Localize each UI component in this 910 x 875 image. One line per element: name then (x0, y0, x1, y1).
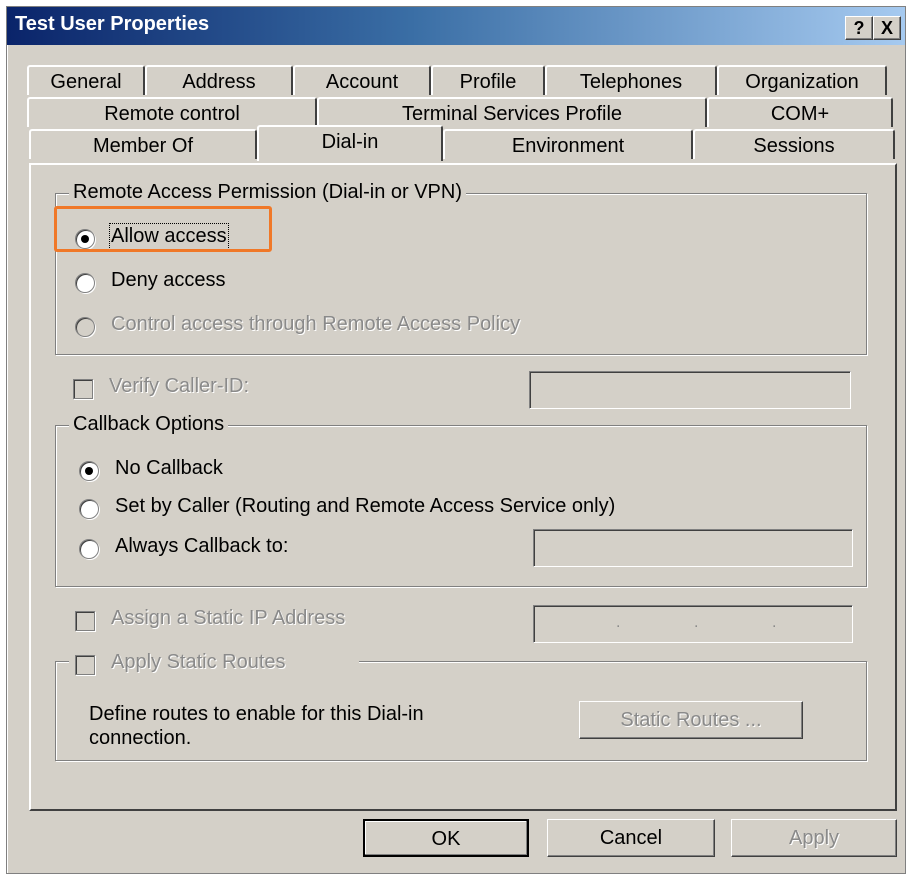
tab-remote-control[interactable]: Remote control (27, 97, 317, 127)
callback-number-field (533, 529, 853, 567)
tab-organization[interactable]: Organization (717, 65, 887, 95)
dial-in-panel: Remote Access Permission (Dial-in or VPN… (29, 163, 897, 811)
verify-caller-id-field (529, 371, 851, 409)
tab-com-plus[interactable]: COM+ (707, 97, 893, 127)
tab-address[interactable]: Address (145, 65, 293, 95)
tab-dial-in[interactable]: Dial-in (257, 125, 443, 161)
callback-options-group-label: Callback Options (69, 413, 229, 436)
always-callback-radio[interactable] (79, 539, 99, 559)
no-callback-label[interactable]: No Callback (115, 457, 223, 480)
ip-separator: . (694, 614, 699, 631)
no-callback-radio[interactable] (79, 461, 99, 481)
set-by-caller-label[interactable]: Set by Caller (Routing and Remote Access… (115, 495, 615, 518)
deny-access-label[interactable]: Deny access (111, 269, 226, 292)
static-ip-checkbox (75, 611, 95, 631)
verify-caller-id-label: Verify Caller-ID: (109, 375, 250, 397)
allow-access-highlight (54, 206, 272, 252)
tab-sessions[interactable]: Sessions (693, 129, 895, 159)
static-ip-label: Assign a Static IP Address (111, 607, 346, 629)
tab-terminal-services-profile[interactable]: Terminal Services Profile (317, 97, 707, 127)
tab-environment[interactable]: Environment (443, 129, 693, 159)
ip-separator: . (772, 614, 777, 631)
static-routes-label: Apply Static Routes (111, 651, 286, 673)
tab-general[interactable]: General (27, 65, 145, 95)
apply-button: Apply (731, 819, 897, 857)
static-routes-checkbox (75, 655, 95, 675)
tab-telephones[interactable]: Telephones (545, 65, 717, 95)
static-routes-description-line1: Define routes to enable for this Dial-in (89, 703, 424, 725)
properties-dialog: Test User Properties ? X General Address… (6, 6, 906, 874)
set-by-caller-radio[interactable] (79, 499, 99, 519)
static-ip-field: . . . (533, 605, 853, 643)
close-button[interactable]: X (873, 16, 901, 40)
ip-separator: . (616, 614, 621, 631)
radio-selected-dot (85, 467, 93, 475)
always-callback-label[interactable]: Always Callback to: (115, 535, 288, 558)
verify-caller-id-checkbox (73, 379, 93, 399)
static-routes-button: Static Routes ... (579, 701, 803, 739)
tab-member-of[interactable]: Member Of (29, 129, 257, 159)
window-title: Test User Properties (15, 13, 210, 35)
static-routes-description-line2: connection. (89, 727, 192, 749)
policy-access-radio (75, 317, 95, 337)
help-button[interactable]: ? (845, 16, 873, 40)
ok-button[interactable]: OK (363, 819, 529, 857)
cancel-button[interactable]: Cancel (547, 819, 715, 857)
tab-account[interactable]: Account (293, 65, 431, 95)
title-bar[interactable]: Test User Properties ? X (7, 7, 905, 45)
deny-access-radio[interactable] (75, 273, 95, 293)
remote-access-group-label: Remote Access Permission (Dial-in or VPN… (69, 181, 466, 204)
tab-profile[interactable]: Profile (431, 65, 545, 95)
policy-access-label: Control access through Remote Access Pol… (111, 313, 521, 335)
